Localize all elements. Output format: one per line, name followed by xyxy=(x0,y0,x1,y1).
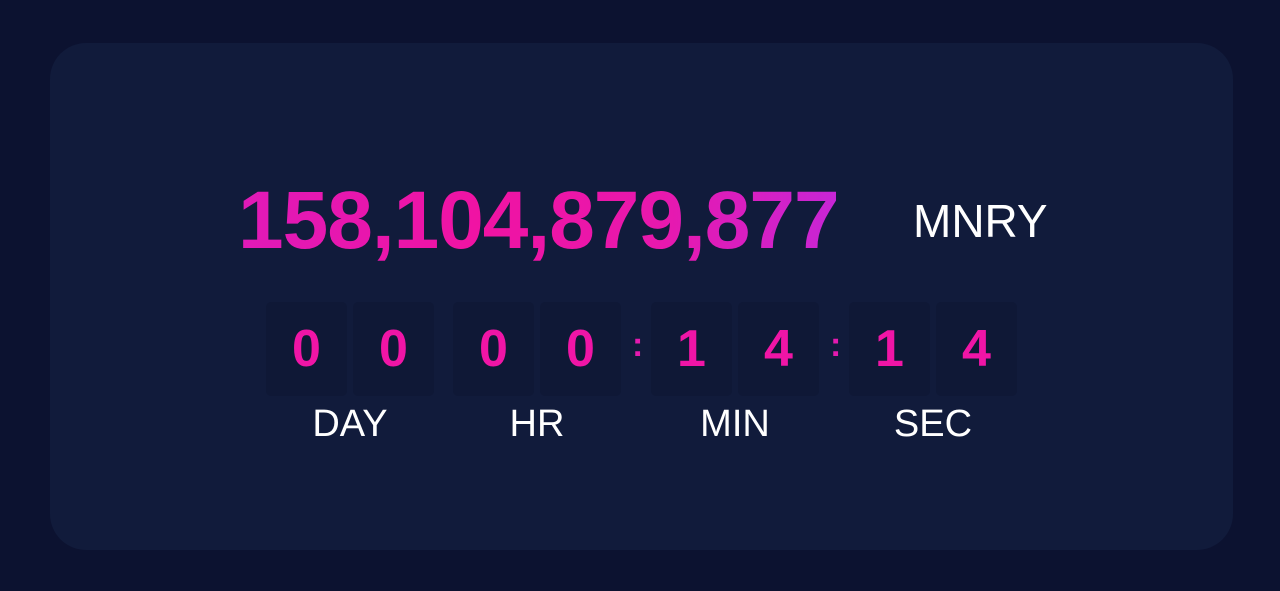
min-label: MIN xyxy=(700,403,770,445)
hr-label: HR xyxy=(509,403,565,445)
hr-digit-1: 0 xyxy=(453,302,534,396)
min-digit-1: 1 xyxy=(651,302,732,396)
day-digit-1: 0 xyxy=(266,302,347,396)
min-digit-2: 4 xyxy=(738,302,819,396)
token-unit: MNRY xyxy=(913,195,1048,247)
sec-digit-2: 4 xyxy=(936,302,1017,396)
sec-label: SEC xyxy=(893,403,973,445)
countdown-timer: 0 0 DAY 0 0 HR : 1 4 MIN : 1 4 SEC xyxy=(0,302,1280,452)
day-label: DAY xyxy=(312,403,388,445)
hr-digit-2: 0 xyxy=(540,302,621,396)
balance-card xyxy=(50,43,1233,550)
balance-row: 158,104,879,877 MNRY xyxy=(0,176,1280,266)
time-separator: : xyxy=(830,326,842,364)
sec-digit-1: 1 xyxy=(849,302,930,396)
balance-amount: 158,104,879,877 xyxy=(238,175,840,266)
day-digit-2: 0 xyxy=(353,302,434,396)
time-separator: : xyxy=(632,326,644,364)
